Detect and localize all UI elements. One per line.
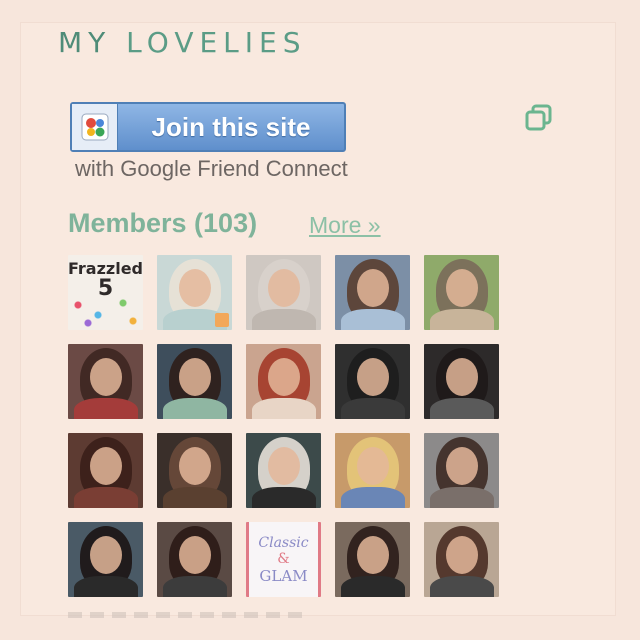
avatar-face — [268, 358, 300, 396]
join-this-site-button[interactable]: Join this site — [70, 102, 346, 152]
avatar-face — [179, 358, 211, 396]
member-grid: Frazzled5 Classic&GLAM — [68, 255, 499, 597]
join-subtext: with Google Friend Connect — [75, 156, 348, 181]
avatar-face — [446, 536, 478, 574]
avatar-face — [90, 447, 122, 485]
member-avatar[interactable]: Frazzled5 — [68, 255, 143, 330]
avatar-text: & — [277, 550, 290, 567]
avatar-face — [446, 358, 478, 396]
google-friend-connect-icon — [72, 104, 118, 150]
member-avatar[interactable] — [246, 433, 321, 508]
avatar-body — [163, 398, 227, 419]
badge-icon — [215, 313, 229, 327]
avatar-body — [430, 309, 494, 330]
member-avatar[interactable] — [424, 522, 499, 597]
avatar-body — [74, 398, 138, 419]
member-avatar[interactable] — [157, 433, 232, 508]
avatar-face — [179, 269, 211, 307]
member-avatar[interactable] — [157, 522, 232, 597]
avatar-body — [74, 487, 138, 508]
avatar-body — [252, 309, 316, 330]
widget-title-rest: LOVELIES — [126, 26, 307, 59]
avatar-face — [90, 358, 122, 396]
member-avatar[interactable] — [335, 344, 410, 419]
join-button-label: Join this site — [151, 111, 311, 142]
avatar-face — [179, 447, 211, 485]
avatar-text: Classic — [258, 534, 309, 551]
avatar-body — [341, 398, 405, 419]
member-avatar[interactable]: Classic & GLAM — [246, 522, 321, 597]
copy-icon[interactable] — [524, 103, 554, 138]
member-avatar[interactable] — [424, 344, 499, 419]
members-count: Members (103) — [68, 208, 258, 238]
avatar-body — [430, 398, 494, 419]
widget-title: MY LOVELIES — [58, 26, 307, 59]
avatar-face — [446, 269, 478, 307]
avatar-face — [357, 447, 389, 485]
avatar-body — [252, 487, 316, 508]
avatar-decoration — [68, 255, 143, 330]
member-avatar[interactable] — [68, 344, 143, 419]
avatar-body — [341, 487, 405, 508]
avatar-face — [446, 447, 478, 485]
avatar-face — [268, 269, 300, 307]
avatar-face — [90, 536, 122, 574]
cut-off-text — [68, 612, 308, 618]
avatar-body — [252, 398, 316, 419]
avatar-face — [357, 269, 389, 307]
avatar-body — [74, 576, 138, 597]
member-avatar[interactable] — [68, 433, 143, 508]
member-avatar[interactable] — [246, 344, 321, 419]
member-avatar[interactable] — [335, 522, 410, 597]
member-avatar[interactable] — [335, 433, 410, 508]
widget-title-my: MY — [58, 26, 112, 59]
avatar-body — [163, 487, 227, 508]
member-avatar[interactable] — [424, 433, 499, 508]
avatar-body — [341, 576, 405, 597]
member-avatar[interactable] — [157, 344, 232, 419]
avatar-face — [268, 447, 300, 485]
avatar-face — [357, 536, 389, 574]
member-avatar[interactable] — [157, 255, 232, 330]
more-members-link[interactable]: More » — [309, 212, 381, 239]
avatar-body — [341, 309, 405, 330]
avatar-body — [430, 576, 494, 597]
member-avatar[interactable] — [335, 255, 410, 330]
avatar-text: GLAM — [259, 566, 308, 585]
member-avatar[interactable] — [68, 522, 143, 597]
avatar-body — [163, 576, 227, 597]
member-avatar[interactable] — [424, 255, 499, 330]
avatar-face — [357, 358, 389, 396]
avatar-body — [430, 487, 494, 508]
member-avatar[interactable] — [246, 255, 321, 330]
avatar-face — [179, 536, 211, 574]
